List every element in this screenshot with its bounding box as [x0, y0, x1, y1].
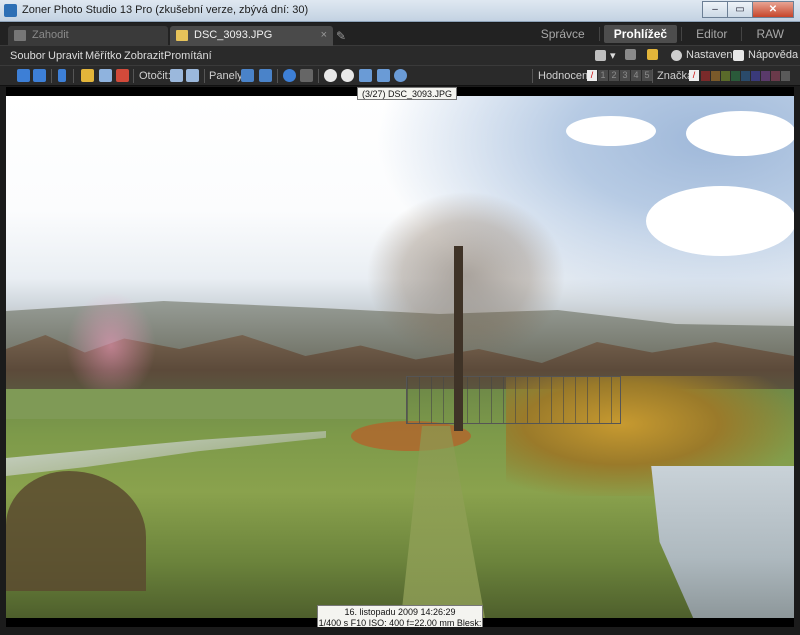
folder-icon[interactable] — [81, 69, 94, 82]
cloud — [686, 111, 794, 156]
rating-5[interactable]: 5 — [642, 70, 652, 81]
tag-color-swatch[interactable] — [761, 71, 770, 81]
menu-bar: Soubor Upravit Měřítko Zobrazit Promítán… — [0, 46, 800, 66]
minimize-button[interactable]: – — [702, 1, 728, 18]
mode-manager[interactable]: Správce — [531, 25, 595, 43]
tag-color-swatch[interactable] — [721, 71, 730, 81]
window-controls: – ▭ ✕ — [702, 1, 794, 18]
tag-color-swatch[interactable] — [741, 71, 750, 81]
fence — [406, 376, 621, 424]
menu-promitani[interactable]: Promítání — [164, 50, 212, 62]
lock-icon — [647, 49, 658, 60]
mode-divider — [741, 27, 743, 41]
rating-4[interactable]: 4 — [631, 70, 641, 81]
tab-discard[interactable]: Zahodit — [8, 26, 168, 46]
help-button[interactable]: Nápověda — [733, 49, 798, 61]
copy-icon[interactable] — [99, 69, 112, 82]
maximize-button[interactable]: ▭ — [727, 1, 753, 18]
toolbar-divider — [652, 69, 653, 83]
menu-zobrazit[interactable]: Zobrazit — [124, 50, 164, 62]
bottom-border — [0, 627, 800, 635]
lock-button[interactable] — [647, 49, 662, 60]
magnifier-icon[interactable] — [394, 69, 407, 82]
tag-clear-icon[interactable]: / — [689, 70, 699, 81]
play-icon[interactable] — [58, 69, 66, 82]
mode-divider — [681, 27, 683, 41]
rating-clear-icon[interactable]: / — [587, 70, 597, 81]
tab-close-icon[interactable]: × — [321, 29, 327, 41]
panel-browser-icon[interactable] — [241, 69, 254, 82]
rating-2[interactable]: 2 — [609, 70, 619, 81]
back-arrow-icon[interactable] — [17, 69, 30, 82]
tab-discard-label: Zahodit — [32, 29, 69, 41]
info-icon[interactable] — [283, 69, 296, 82]
tab-image-label: DSC_3093.JPG — [194, 29, 273, 41]
settings-button[interactable]: Nastavení — [671, 49, 736, 61]
tag-color-swatch[interactable] — [781, 71, 790, 81]
cloud — [646, 186, 794, 256]
window-title-bar[interactable]: Zoner Photo Studio 13 Pro (zkušební verz… — [0, 0, 800, 22]
monitor-icon — [595, 50, 606, 61]
tag-color-swatch[interactable] — [711, 71, 720, 81]
rating-1[interactable]: 1 — [598, 70, 608, 81]
photo-landscape — [6, 96, 794, 618]
rotate-right-icon[interactable] — [186, 69, 199, 82]
toolbar-divider — [204, 69, 205, 83]
actual-size-icon[interactable] — [359, 69, 372, 82]
menu-upravit[interactable]: Upravit — [48, 50, 83, 62]
toolbar-divider — [73, 69, 74, 83]
toolbar-divider — [277, 69, 278, 83]
tab-image[interactable]: DSC_3093.JPG × — [170, 26, 333, 46]
forward-arrow-icon[interactable] — [33, 69, 46, 82]
help-icon — [733, 49, 744, 61]
new-tab-icon[interactable]: ✎ — [336, 29, 350, 43]
image-file-icon — [176, 30, 188, 41]
toolbar-divider — [51, 69, 52, 83]
help-label: Nápověda — [748, 49, 799, 61]
tree-crown — [366, 191, 566, 361]
rotate-left-icon[interactable] — [170, 69, 183, 82]
panel-navigator-icon[interactable] — [259, 69, 272, 82]
discard-icon — [14, 30, 26, 41]
mode-editor[interactable]: Editor — [686, 25, 737, 43]
mode-switcher: Správce Prohlížeč Editor RAW — [531, 25, 794, 43]
tag-color-swatch[interactable] — [751, 71, 760, 81]
exif-date: 16. listopadu 2009 14:26:29 — [344, 607, 456, 617]
rotate-label: Otočit: — [139, 70, 171, 82]
cloud — [566, 116, 656, 146]
tag-color-swatch[interactable] — [701, 71, 710, 81]
tree-trunk — [454, 246, 463, 431]
view-options-dropdown[interactable]: ▾ — [595, 49, 616, 62]
tools-icon[interactable] — [300, 69, 313, 82]
delete-icon[interactable] — [116, 69, 129, 82]
zoom-in-icon[interactable] — [324, 69, 337, 82]
zoom-out-icon[interactable] — [341, 69, 354, 82]
close-button[interactable]: ✕ — [752, 1, 794, 18]
filename-tooltip: (3/27) DSC_3093.JPG — [357, 87, 458, 100]
toolbar-divider — [133, 69, 134, 83]
image-viewer[interactable] — [6, 87, 794, 627]
rating-label: Hodnocení: — [538, 70, 595, 82]
window-title: Zoner Photo Studio 13 Pro (zkušební verz… — [22, 4, 309, 16]
toolbar-divider — [532, 69, 533, 83]
menu-soubor[interactable]: Soubor — [10, 50, 45, 62]
settings-label: Nastavení — [686, 49, 736, 61]
gear-icon — [671, 49, 682, 61]
tag-color-swatch[interactable] — [731, 71, 740, 81]
mode-divider — [598, 27, 600, 41]
menu-meritko[interactable]: Měřítko — [85, 50, 122, 62]
toolbar-divider — [318, 69, 319, 83]
panel-icon — [625, 49, 636, 60]
mode-viewer[interactable]: Prohlížeč — [603, 25, 678, 43]
tag-color-swatch[interactable] — [771, 71, 780, 81]
rating-3[interactable]: 3 — [620, 70, 630, 81]
mode-raw[interactable]: RAW — [746, 25, 794, 43]
info-panel-button[interactable] — [625, 49, 640, 60]
exif-info-box: 16. listopadu 2009 14:26:29 1/400 s F10 … — [317, 605, 483, 635]
lens-flare — [66, 291, 156, 401]
app-icon — [4, 4, 17, 17]
toolbar: Otočit: Panely: Hodnocení: / 1 2 3 4 5 Z… — [0, 66, 800, 86]
far-field — [6, 389, 406, 419]
fit-to-window-icon[interactable] — [377, 69, 390, 82]
